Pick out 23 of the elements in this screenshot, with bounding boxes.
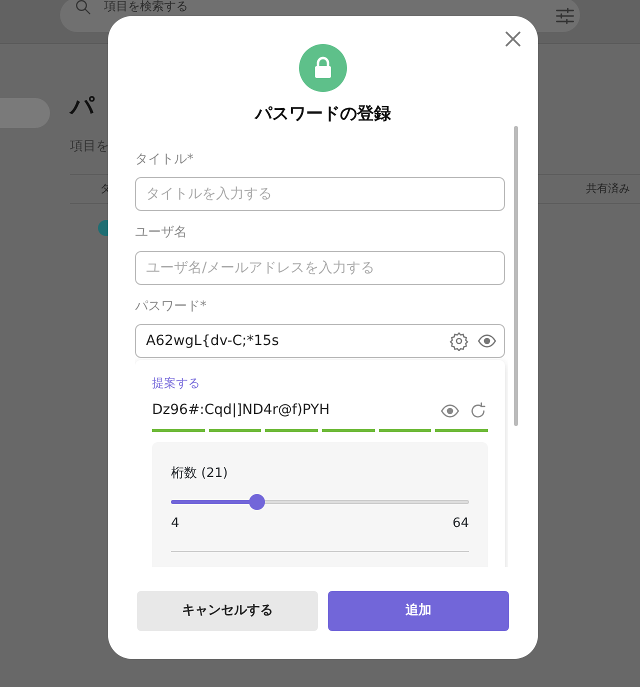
min-label: 4 [171,514,180,532]
lock-icon [299,44,347,92]
cancel-button[interactable]: キャンセルする [137,591,318,631]
max-label: 64 [452,514,469,532]
generated-password: Dz96#:Cqd|]ND4r@f)PYH [152,401,331,420]
length-label: 桁数 (21) [171,465,229,483]
field-label: タイトル* [135,150,194,168]
slider-thumb[interactable] [249,494,266,510]
suggest-label: 提案する [152,375,201,392]
dialog-title: パスワードの登録 [253,103,392,126]
scrollbar[interactable] [514,126,518,426]
column-header: 共有済み [586,180,630,197]
page-title: パ [70,91,95,122]
input-field[interactable]: ユーザ名/メールアドレスを入力する [135,250,505,284]
field-label: パスワード* [135,298,208,316]
search-icon [74,0,92,16]
input-field[interactable]: A62wgL{dv-C;*15s [135,324,505,358]
slider-track[interactable] [171,494,469,510]
add-button[interactable]: 追加 [328,591,509,631]
settings-icon[interactable] [449,331,469,351]
input-field[interactable]: タイトルを入力する [135,177,505,211]
field-label: ユーザ名 [135,224,188,242]
filter-icon[interactable] [554,5,576,27]
